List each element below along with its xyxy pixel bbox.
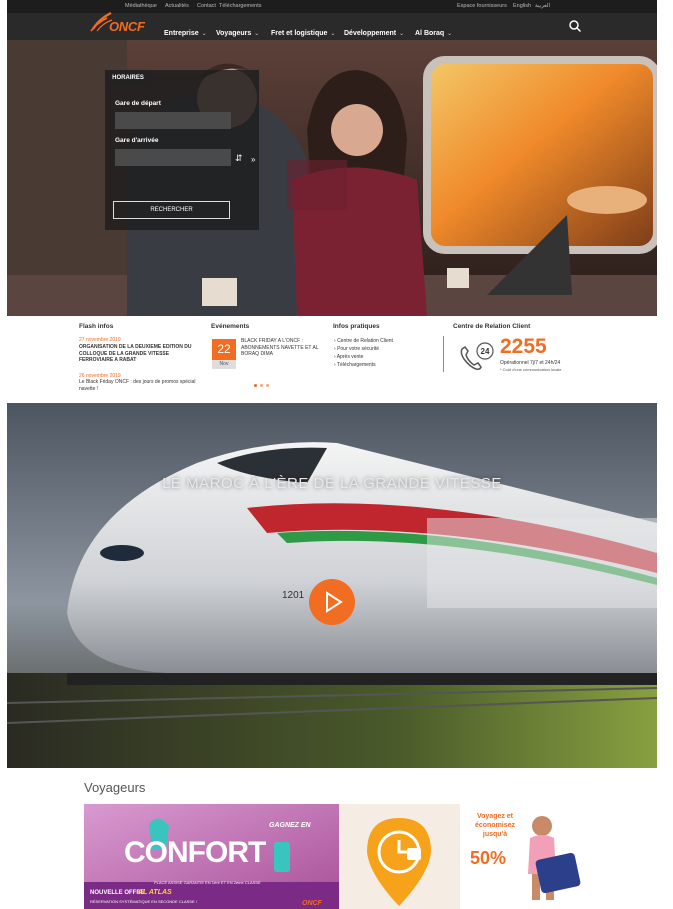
expand-chevron-icon[interactable]: » xyxy=(251,155,255,164)
swap-stations-icon[interactable]: ⇵ xyxy=(235,153,243,164)
confort-banner[interactable]: GAGNEZ EN CONFORT PLACE ASSISE GARANTIE … xyxy=(84,804,339,909)
divider xyxy=(443,336,444,372)
crc-number[interactable]: 2255 xyxy=(500,335,547,359)
search-icon[interactable] xyxy=(568,19,582,33)
logo-text: ONCF xyxy=(109,19,145,34)
info-strip: Flash infos 27 novembre 2019 ORGANISATIO… xyxy=(7,316,657,403)
site-header: Médiathèque Actualités Contact Télécharg… xyxy=(7,0,657,40)
confort-line2: NOUVELLE OFFRE xyxy=(90,890,145,896)
horaires-form: HORAIRES Gare de départ Gare d'arrivée ⇵… xyxy=(105,70,259,230)
top-link-contact[interactable]: Contact xyxy=(197,3,216,9)
hero-banner: HORAIRES Gare de départ Gare d'arrivée ⇵… xyxy=(7,40,657,316)
nav-fret[interactable]: Fret et logistique ⌄ xyxy=(271,22,336,37)
flash-date-1: 27 novembre 2019 xyxy=(79,337,121,343)
confort-line1: PLACE ASSISE GARANTIE EN 1ère ET EN 2ème… xyxy=(154,880,261,885)
video-title: LE MAROC À L'ÈRE DE LA GRANDE VITESSE xyxy=(162,475,502,492)
arrivee-label: Gare d'arrivée xyxy=(115,137,159,144)
pratiques-link-apres-vente[interactable]: › Après vente xyxy=(334,354,363,360)
pratiques-link-telechargements[interactable]: › Téléchargements xyxy=(334,362,376,368)
crc-hours: Opérationnel 7j/7 et 24h/24 xyxy=(500,360,561,366)
chevron-down-icon: ⌄ xyxy=(201,31,207,37)
nav-entreprise[interactable]: Entreprise ⌄ xyxy=(164,22,207,37)
play-button[interactable] xyxy=(309,579,355,625)
voyageurs-title: Voyageurs xyxy=(84,780,146,795)
economisez-percent: 50% xyxy=(470,848,507,868)
confort-line4: RÉSERVATION SYSTÉMATIQUE EN SECONDE CLAS… xyxy=(90,899,197,904)
chevron-down-icon: ⌄ xyxy=(330,31,336,37)
top-link-fournisseurs[interactable]: Espace fournisseurs xyxy=(457,3,507,9)
confort-line3: AL ATLAS xyxy=(138,889,172,896)
evenements-title: Evénements xyxy=(211,323,250,330)
clock-train-pin-icon xyxy=(339,804,460,909)
crc-title: Centre de Relation Client xyxy=(453,323,531,330)
infos-pratiques-title: Infos pratiques xyxy=(333,323,380,330)
oncf-logo[interactable]: ONCF xyxy=(87,6,167,38)
economisez-text: Voyagez et économisez jusqu'à xyxy=(474,813,516,838)
confort-headline: CONFORT xyxy=(124,836,266,869)
horaires-tab[interactable]: HORAIRES xyxy=(105,70,151,86)
event-item[interactable]: BLACK FRIDAY A L'ONCF : ABONNEMENTS NAVE… xyxy=(241,338,321,358)
svg-text:1201: 1201 xyxy=(282,590,305,601)
top-link-english[interactable]: English xyxy=(513,3,531,9)
top-link-actualites[interactable]: Actualités xyxy=(165,3,189,9)
search-button[interactable]: RECHERCHER xyxy=(113,201,230,219)
page: Médiathèque Actualités Contact Télécharg… xyxy=(0,0,673,909)
chevron-down-icon: ⌄ xyxy=(447,31,453,37)
chevron-down-icon: ⌄ xyxy=(254,31,260,37)
phone-24h-icon: 24 xyxy=(456,341,496,373)
flash-item-2[interactable]: Le Black Friday ONCF : des jours de prom… xyxy=(79,379,199,392)
svg-text:24: 24 xyxy=(481,347,490,356)
carousel-dots[interactable] xyxy=(254,374,272,392)
confort-logo: ONCF xyxy=(302,900,322,907)
nav-voyageurs[interactable]: Voyageurs ⌄ xyxy=(216,22,260,37)
depart-input[interactable] xyxy=(115,112,231,129)
nav-al-boraq[interactable]: Al Boraq ⌄ xyxy=(415,22,453,37)
play-icon xyxy=(326,591,343,613)
video-section: 1201 LE MAROC À L'ÈRE DE LA GRANDE VITES… xyxy=(7,403,657,768)
horaires-promo-banner[interactable] xyxy=(339,804,460,909)
event-date-badge: 22 Nov xyxy=(212,339,236,369)
top-link-telechargements[interactable]: Téléchargements xyxy=(219,3,262,9)
nav-developpement[interactable]: Développement ⌄ xyxy=(344,22,405,37)
flash-infos-title: Flash infos xyxy=(79,323,114,330)
top-link-arabic[interactable]: العربية xyxy=(535,3,550,9)
crc-cost-note: * Coût d'une communication locale xyxy=(500,367,562,372)
economisez-banner[interactable]: Voyagez et économisez jusqu'à 50% xyxy=(460,804,590,909)
chevron-down-icon: ⌄ xyxy=(399,31,405,37)
depart-label: Gare de départ xyxy=(115,100,161,107)
pratiques-link-crc[interactable]: › Centre de Relation Client xyxy=(334,338,393,344)
arrivee-input[interactable] xyxy=(115,149,231,166)
pratiques-link-securite[interactable]: › Pour votre sécurité xyxy=(334,346,379,352)
flash-item-1[interactable]: ORGANISATION DE LA DEUXIEME EDITION DU C… xyxy=(79,344,199,364)
confort-tag: GAGNEZ EN xyxy=(269,822,311,829)
